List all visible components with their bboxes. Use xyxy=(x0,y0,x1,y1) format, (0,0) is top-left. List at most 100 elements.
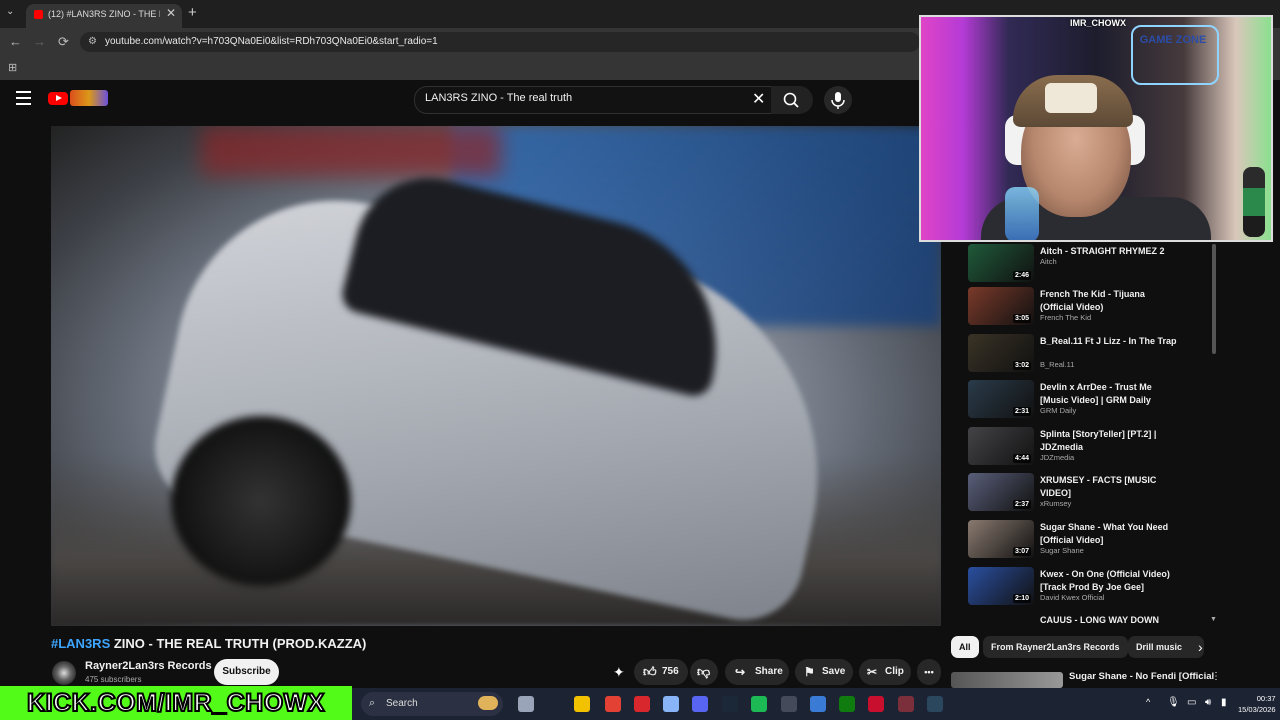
more-actions-button[interactable]: ••• xyxy=(917,659,941,685)
video-duration: 3:02 xyxy=(1012,361,1031,370)
microphone-icon xyxy=(831,92,845,109)
voice-search-button[interactable] xyxy=(824,86,852,114)
app-icon-2[interactable] xyxy=(781,696,797,712)
playlist-item-channel: Aitch xyxy=(1040,257,1057,266)
more-vert-icon[interactable]: ⋮ xyxy=(1211,671,1221,682)
playlist-item-title[interactable]: B_Real.11 Ft J Lizz - In The Trap xyxy=(1040,335,1180,348)
playlist-scrollbar[interactable] xyxy=(1212,244,1216,354)
battery-icon[interactable]: ▮ xyxy=(1221,697,1227,708)
app-icon[interactable] xyxy=(663,696,679,712)
back-arrow-icon[interactable]: ← xyxy=(9,34,22,49)
playlist-item[interactable]: 2:37 XRUMSEY - FACTS [MUSIC VIDEO] xRumsey xyxy=(968,473,1208,517)
game-zone-sign: GAME ZONE xyxy=(1139,34,1207,46)
adobe-icon[interactable] xyxy=(634,696,650,712)
video-thumbnail[interactable]: 4:44 xyxy=(968,427,1034,465)
playlist-item-title[interactable]: Splinta [StoryTeller] [PT.2] | JDZmedia xyxy=(1040,428,1180,454)
clear-search-icon[interactable]: ✕ xyxy=(752,89,765,109)
title-hashtag-link[interactable]: #LAN3RS xyxy=(51,636,110,651)
chrome-icon[interactable] xyxy=(605,696,621,712)
youtube-logo-icon[interactable] xyxy=(48,92,68,105)
file-explorer-icon[interactable] xyxy=(574,696,590,712)
playlist-item-channel: GRM Daily xyxy=(1040,406,1077,415)
tab-title: (12) #LAN3RS ZINO - THE REAL xyxy=(48,9,160,19)
search-button[interactable] xyxy=(771,86,813,114)
search-icon xyxy=(783,92,799,108)
volume-icon[interactable]: 🔊︎ xyxy=(1205,697,1211,708)
video-thumbnail[interactable]: 3:07 xyxy=(968,520,1034,558)
channel-avatar[interactable] xyxy=(52,661,76,685)
playlist-item[interactable]: 2:10 Kwex - On One (Official Video) [Trac… xyxy=(968,567,1208,611)
tray-chevron-icon[interactable]: ^ xyxy=(1146,697,1150,707)
clip-button[interactable]: ✂ Clip xyxy=(859,659,911,685)
chip-all[interactable]: All xyxy=(951,636,979,658)
youtube-doodle-logo[interactable] xyxy=(70,90,108,106)
chip-drill-music[interactable]: Drill music xyxy=(1128,636,1204,658)
reload-icon[interactable]: ⟳ xyxy=(58,34,69,50)
playlist-item[interactable]: 2:31 Devlin x ArrDee - Trust Me [Music Vi… xyxy=(968,380,1208,424)
taskbar-search-label[interactable]: Search xyxy=(386,698,418,709)
playlist-item-title[interactable]: French The Kid - Tijuana (Official Video… xyxy=(1040,288,1180,314)
new-tab-button[interactable]: + xyxy=(188,4,197,21)
menu-icon[interactable] xyxy=(16,91,31,109)
microphone-tray-icon[interactable]: 🎙︎ xyxy=(1167,697,1180,708)
playlist-item-title[interactable]: Kwex - On One (Official Video) [Track Pr… xyxy=(1040,568,1180,594)
forward-arrow-icon[interactable]: → xyxy=(33,34,46,49)
tab-search-icon[interactable]: ⌄ xyxy=(6,6,14,17)
chevron-right-icon[interactable]: › xyxy=(1198,639,1203,655)
playlist-item-title[interactable]: Aitch - STRAIGHT RHYMEZ 2 xyxy=(1040,245,1180,258)
playlist-item[interactable]: 3:05 French The Kid - Tijuana (Official V… xyxy=(968,287,1208,331)
steam-icon[interactable] xyxy=(722,696,738,712)
video-thumbnail[interactable]: 3:05 xyxy=(968,287,1034,325)
video-thumbnail[interactable]: 2:31 xyxy=(968,380,1034,418)
playlist-item[interactable]: 4:44 Splinta [StoryTeller] [PT.2] | JDZme… xyxy=(968,427,1208,471)
apps-grid-icon[interactable]: ⊞ xyxy=(8,61,17,74)
filter-chips: All From Rayner2Lan3rs Records Drill mus… xyxy=(950,636,1230,660)
youtube-favicon-icon xyxy=(34,10,43,19)
video-thumbnail[interactable]: 2:37 xyxy=(968,473,1034,511)
bottom-rec-title[interactable]: Sugar Shane - No Fendi [Official xyxy=(1069,671,1214,682)
subscribe-button[interactable]: Subscribe xyxy=(214,659,279,685)
app-icon-5[interactable] xyxy=(898,696,914,712)
bottom-rec-thumbnail[interactable] xyxy=(951,672,1063,688)
playlist-item[interactable]: 2:46 Aitch - STRAIGHT RHYMEZ 2 Aitch xyxy=(968,244,1208,288)
discord-icon[interactable] xyxy=(692,696,708,712)
tab-close-icon[interactable]: ✕ xyxy=(166,6,176,20)
app-icon-3[interactable] xyxy=(810,696,826,712)
steam-icon-2[interactable] xyxy=(927,696,943,712)
video-thumbnail[interactable]: 2:46 xyxy=(968,244,1034,282)
video-duration: 2:31 xyxy=(1012,407,1031,416)
playlist-item-title[interactable]: XRUMSEY - FACTS [MUSIC VIDEO] xyxy=(1040,474,1180,500)
thumbs-down-icon: 👎︎ xyxy=(697,664,711,679)
app-icon-4[interactable] xyxy=(868,696,884,712)
channel-name[interactable]: Rayner2Lan3rs Records xyxy=(85,660,212,672)
playlist-item-title[interactable]: CAUUS - LONG WAY DOWN xyxy=(1040,614,1180,627)
title-text: ZINO - THE REAL TRUTH (PROD.KAZZA) xyxy=(110,636,367,651)
clock-date: 15/03/2026 xyxy=(1238,705,1276,714)
thumbs-up-icon: 👍︎ xyxy=(643,664,657,679)
video-thumbnail[interactable]: 2:10 xyxy=(968,567,1034,605)
video-thumbnail[interactable]: 3:02 xyxy=(968,334,1034,372)
search-query-text[interactable]: LAN3RS ZINO - The real truth xyxy=(425,92,572,104)
scroll-down-icon[interactable]: ▼ xyxy=(1210,616,1217,623)
chip-from-channel[interactable]: From Rayner2Lan3rs Records xyxy=(983,636,1128,658)
video-player[interactable] xyxy=(51,126,941,626)
save-button[interactable]: ⚑ Save xyxy=(795,659,853,685)
playlist-item-title[interactable]: Devlin x ArrDee - Trust Me [Music Video]… xyxy=(1040,381,1180,407)
share-arrow-icon: ↪ xyxy=(735,665,746,679)
spotify-icon[interactable] xyxy=(751,696,767,712)
like-button[interactable]: 👍︎ 756 xyxy=(634,659,688,685)
playlist-item[interactable]: 3:07 Sugar Shane - What You Need [Officia… xyxy=(968,520,1208,564)
xbox-icon[interactable] xyxy=(839,696,855,712)
playlist-item-channel: French The Kid xyxy=(1040,313,1092,322)
task-view-icon[interactable] xyxy=(518,696,534,712)
site-info-icon[interactable]: ⚙ xyxy=(88,36,97,47)
url-text[interactable]: youtube.com/watch?v=h703QNa0Ei0&list=RDh… xyxy=(105,36,438,47)
playlist-item[interactable]: 3:02 B_Real.11 Ft J Lizz - In The Trap B_R… xyxy=(968,334,1208,378)
playlist-item-title[interactable]: Sugar Shane - What You Need [Official Vi… xyxy=(1040,521,1180,547)
network-icon[interactable]: ▭ xyxy=(1187,697,1196,708)
sparkle-icon[interactable]: ✦ xyxy=(613,664,625,681)
share-button[interactable]: ↪ Share xyxy=(725,659,789,685)
dislike-button[interactable]: 👎︎ xyxy=(690,659,718,685)
taskbar-clock[interactable]: 00:37 15/03/2026 xyxy=(1238,693,1276,715)
browser-tab[interactable]: (12) #LAN3RS ZINO - THE REAL ✕ xyxy=(26,4,182,28)
